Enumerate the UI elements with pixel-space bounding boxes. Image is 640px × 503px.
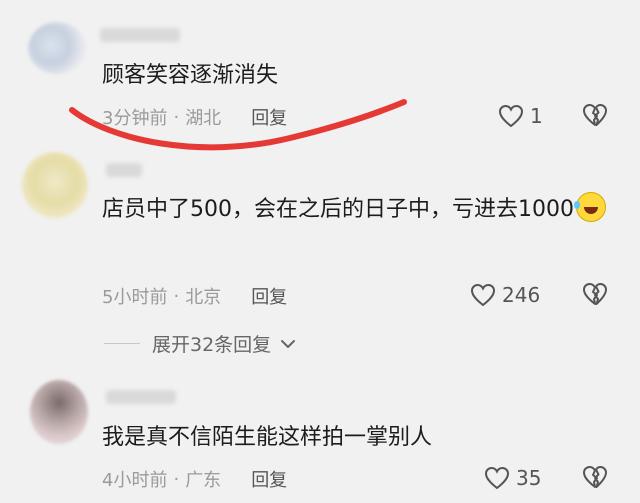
like-count: 246: [502, 283, 541, 307]
comment-meta: 5小时前 · 北京 回复: [102, 283, 287, 309]
broken-heart-icon: [583, 283, 607, 305]
chevron-down-icon: [281, 339, 296, 348]
comment-location: 湖北: [185, 108, 222, 129]
username-blurred[interactable]: [106, 390, 176, 404]
separator-dot: ·: [173, 285, 180, 307]
heart-outline-icon: [484, 466, 510, 490]
reply-button[interactable]: 回复: [251, 466, 287, 492]
username-blurred[interactable]: [106, 163, 142, 177]
username-blurred[interactable]: [100, 28, 180, 42]
separator-dot: ·: [173, 106, 180, 128]
like-count: 35: [516, 466, 542, 490]
avatar[interactable]: [28, 22, 86, 74]
like-button[interactable]: 1: [498, 104, 543, 128]
avatar[interactable]: [30, 380, 88, 444]
comment-time: 3分钟前: [102, 108, 168, 129]
comment-time: 5小时前: [102, 287, 168, 308]
comment-meta: 4小时前 · 广东 回复: [102, 466, 287, 492]
separator-dot: ·: [173, 468, 180, 490]
divider-line: [104, 343, 140, 344]
comment-text: 顾客笑容逐渐消失: [102, 63, 279, 88]
comment-time: 4小时前: [102, 470, 168, 491]
avatar[interactable]: [22, 152, 88, 218]
comment-text: 我是真不信陌生能这样拍一掌别人: [102, 425, 433, 450]
reply-button[interactable]: 回复: [251, 104, 287, 130]
comment-text-content: 店员中了500，会在之后的日子中，亏进去1000: [102, 197, 574, 222]
dislike-button[interactable]: [582, 103, 608, 131]
heart-outline-icon: [470, 283, 496, 307]
comment-text: 店员中了500，会在之后的日子中，亏进去1000: [102, 192, 622, 228]
expand-replies-label: 展开32条回复: [152, 334, 272, 356]
dislike-button[interactable]: [582, 282, 608, 310]
heart-outline-icon: [498, 104, 524, 128]
like-button[interactable]: 35: [484, 466, 541, 490]
reply-button[interactable]: 回复: [251, 283, 287, 309]
broken-heart-icon: [583, 104, 607, 126]
broken-heart-icon: [583, 466, 607, 488]
dislike-button[interactable]: [582, 465, 608, 493]
comment-meta: 3分钟前 · 湖北 回复: [102, 104, 287, 130]
like-count: 1: [530, 104, 543, 128]
laughing-crying-emoji: [573, 192, 606, 222]
comment-location: 广东: [185, 470, 222, 491]
comment-location: 北京: [185, 287, 222, 308]
like-button[interactable]: 246: [470, 283, 540, 307]
expand-replies-button[interactable]: 展开32条回复: [104, 330, 299, 357]
